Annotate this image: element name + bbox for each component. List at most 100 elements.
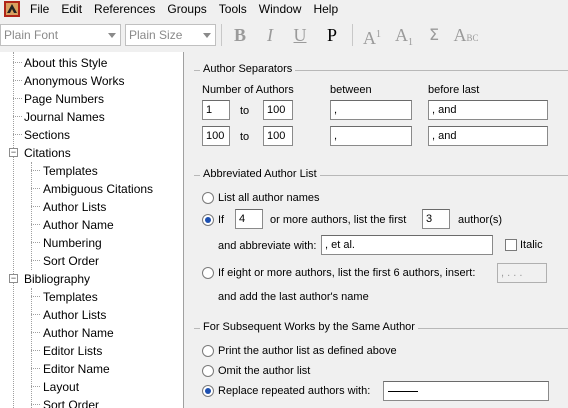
toolbar-divider — [221, 24, 222, 46]
menu-edit[interactable]: Edit — [55, 0, 88, 18]
italic-checkbox[interactable] — [505, 239, 517, 251]
tree-branch — [31, 224, 40, 225]
tree-item-numbering[interactable]: Numbering — [43, 234, 102, 252]
bold-button[interactable]: B — [230, 25, 250, 45]
superscript-mark: 1 — [376, 29, 381, 40]
tree-branch — [13, 116, 22, 117]
print-author-list-radio[interactable] — [202, 345, 214, 357]
row1-from-input[interactable]: 1 — [202, 100, 230, 120]
menu-bar: File Edit References Groups Tools Window… — [0, 0, 568, 18]
font-select[interactable]: Plain Font — [0, 24, 121, 46]
tree-item-bibliography[interactable]: Bibliography — [24, 270, 90, 288]
plain-button[interactable]: P — [322, 25, 342, 45]
insert-text-input[interactable]: , . . . — [497, 263, 547, 283]
list-all-radio[interactable] — [202, 192, 214, 204]
tree-item-bibliography-author-name[interactable]: Author Name — [43, 324, 114, 342]
omit-author-list-radio[interactable] — [202, 365, 214, 377]
tree-item-sections[interactable]: Sections — [24, 126, 70, 144]
print-author-list-label: Print the author list as defined above — [218, 345, 397, 357]
tree-item-bibliography-author-lists[interactable]: Author Lists — [43, 306, 106, 324]
row2-before-last-input[interactable]: , and — [428, 126, 548, 146]
tree-item-citations-author-name[interactable]: Author Name — [43, 216, 114, 234]
if-eight-authors-radio[interactable] — [202, 267, 214, 279]
small-caps-mark: BC — [466, 33, 479, 43]
superscript-button[interactable]: A1 — [360, 25, 384, 48]
tree-branch — [13, 134, 22, 135]
tree-branch — [31, 188, 40, 189]
abbreviate-with-input[interactable]: , et al. — [321, 235, 493, 255]
dash-line-value — [388, 391, 418, 392]
if-label: If — [218, 214, 225, 226]
subsequent-works-title: For Subsequent Works by the Same Author — [200, 321, 418, 333]
tree-item-citations-templates[interactable]: Templates — [43, 162, 98, 180]
tree-item-editor-lists[interactable]: Editor Lists — [43, 342, 102, 360]
abbreviated-author-list-title: Abbreviated Author List — [200, 168, 320, 180]
if-more-authors-radio[interactable] — [202, 214, 214, 226]
tree-branch — [13, 80, 22, 81]
menu-tools[interactable]: Tools — [213, 0, 253, 18]
size-select[interactable]: Plain Size — [125, 24, 216, 46]
authors-suffix-label: author(s) — [458, 214, 503, 226]
if-eight-authors-label: If eight or more authors, list the first… — [218, 267, 476, 279]
tree-item-bibliography-templates[interactable]: Templates — [43, 288, 98, 306]
subscript-letter: A — [395, 25, 408, 45]
subscript-button[interactable]: A1 — [392, 25, 416, 48]
underline-button[interactable]: U — [290, 25, 310, 45]
menu-file[interactable]: File — [24, 0, 55, 18]
omit-author-list-label: Omit the author list — [218, 365, 311, 377]
row1-to-label: to — [240, 105, 250, 117]
menu-help[interactable]: Help — [307, 0, 344, 18]
tree-item-anonymous-works[interactable]: Anonymous Works — [24, 72, 124, 90]
tree-branch — [31, 404, 40, 405]
menu-window[interactable]: Window — [253, 0, 308, 18]
row1-to-input[interactable]: 100 — [263, 100, 293, 120]
first-count-input[interactable]: 3 — [422, 209, 450, 229]
format-toolbar: Plain Font Plain Size B I U P A1 A1 Σ AB… — [0, 20, 568, 50]
tree-branch — [31, 260, 40, 261]
row1-before-last-input[interactable]: , and — [428, 100, 548, 120]
row2-between-input[interactable]: , — [330, 126, 412, 146]
tree-branch — [31, 314, 40, 315]
tree-item-citations-sort-order[interactable]: Sort Order — [43, 252, 99, 270]
tree-item-editor-name[interactable]: Editor Name — [43, 360, 110, 378]
if-count-input[interactable]: 4 — [235, 209, 263, 229]
author-separators-title: Author Separators — [200, 63, 296, 75]
before-last-header: before last — [428, 84, 480, 96]
row2-from-input[interactable]: 100 — [202, 126, 230, 146]
tree-item-citations[interactable]: Citations — [24, 144, 71, 162]
collapse-bibliography-icon[interactable]: − — [9, 274, 18, 283]
tree-branch — [31, 296, 40, 297]
replace-authors-input[interactable] — [383, 381, 549, 401]
tree-item-journal-names[interactable]: Journal Names — [24, 108, 105, 126]
tree-branch — [31, 386, 40, 387]
row1-between-input[interactable]: , — [330, 100, 412, 120]
small-caps-letter: A — [453, 25, 467, 45]
symbol-button[interactable]: Σ — [424, 25, 444, 45]
replace-authors-radio[interactable] — [202, 385, 214, 397]
row2-to-input[interactable]: 100 — [263, 126, 293, 146]
tree-item-bibliography-sort-order[interactable]: Sort Order — [43, 396, 99, 408]
chevron-down-icon — [203, 33, 211, 38]
small-caps-button[interactable]: ABC — [452, 25, 480, 45]
tree-item-citations-author-lists[interactable]: Author Lists — [43, 198, 106, 216]
superscript-letter: A — [363, 28, 376, 48]
menu-groups[interactable]: Groups — [161, 0, 212, 18]
tree-branch — [13, 62, 22, 63]
collapse-citations-icon[interactable]: − — [9, 148, 18, 157]
italic-button[interactable]: I — [260, 25, 280, 45]
tree-branch — [31, 206, 40, 207]
tree-item-page-numbers[interactable]: Page Numbers — [24, 90, 104, 108]
toolbar-divider — [352, 24, 353, 46]
tree-item-layout[interactable]: Layout — [43, 378, 79, 396]
tree-item-about-this-style[interactable]: About this Style — [24, 54, 107, 72]
tree-branch — [31, 332, 40, 333]
tree-guide-line — [31, 162, 32, 270]
tree-branch — [31, 368, 40, 369]
author-lists-settings: Author Separators Number of Authors betw… — [186, 52, 568, 408]
abbreviate-with-label: and abbreviate with: — [218, 240, 317, 252]
font-select-value: Plain Font — [4, 28, 59, 42]
tree-item-ambiguous-citations[interactable]: Ambiguous Citations — [43, 180, 153, 198]
menu-references[interactable]: References — [88, 0, 161, 18]
tree-guide-line — [13, 52, 14, 408]
or-more-label: or more authors, list the first — [270, 214, 407, 226]
